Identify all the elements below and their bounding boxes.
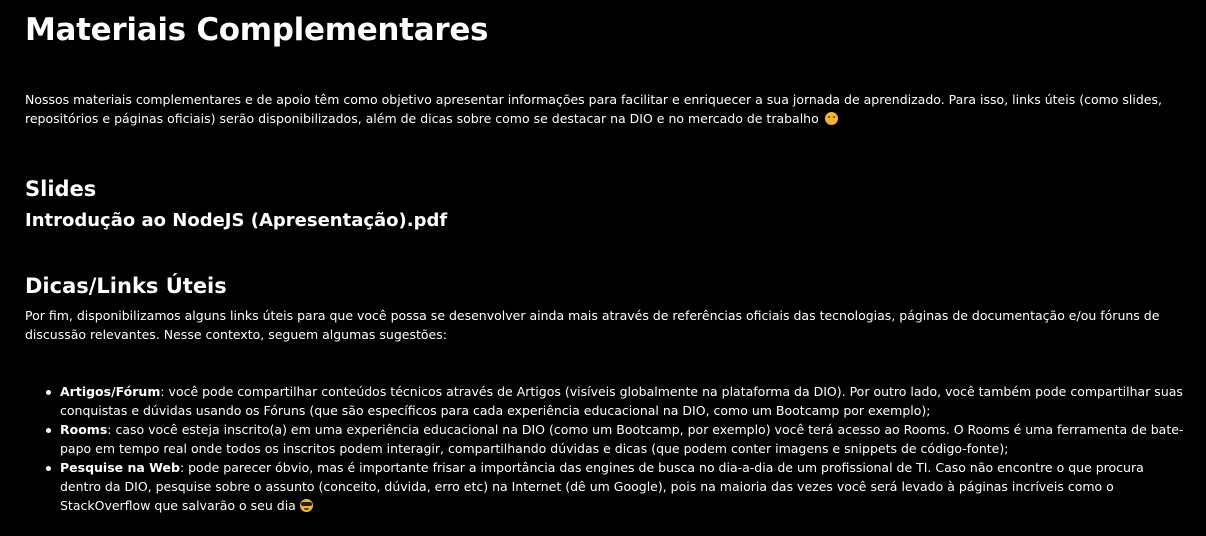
tips-description: Por fim, disponibilizamos alguns links ú…: [25, 308, 1160, 342]
tip-term: Pesquise na Web: [60, 460, 180, 475]
blushing-smile-emoji-icon: [824, 112, 838, 125]
bullet-icon: [46, 390, 51, 395]
tip-text: : caso você esteja inscrito(a) em uma ex…: [60, 422, 1184, 456]
tip-item-pesquise-na-web: Pesquise na Web: pode parecer óbvio, mas…: [46, 458, 1185, 515]
page-title: Materiais Complementares: [25, 12, 489, 48]
bullet-icon: [46, 466, 51, 471]
tips-section-title: Dicas/Links Úteis: [25, 274, 227, 298]
tip-text: : você pode compartilhar conteúdos técni…: [60, 384, 1183, 418]
tips-list: Artigos/Fórum: você pode compartilhar co…: [25, 382, 1185, 515]
tip-text: : pode parecer óbvio, mas é importante f…: [60, 460, 1144, 513]
tip-item-artigos-forum: Artigos/Fórum: você pode compartilhar co…: [46, 382, 1185, 420]
tip-term: Rooms: [60, 422, 108, 437]
slides-section-title: Slides: [25, 177, 97, 201]
sunglasses-emoji-icon: [299, 499, 313, 512]
slide-file-link[interactable]: Introdução ao NodeJS (Apresentação).pdf: [25, 210, 447, 231]
tip-term: Artigos/Fórum: [60, 384, 161, 399]
intro-paragraph: Nossos materiais complementares e de apo…: [25, 90, 1185, 128]
bullet-icon: [46, 428, 51, 433]
intro-text: Nossos materiais complementares e de apo…: [25, 92, 1162, 126]
tip-item-rooms: Rooms: caso você esteja inscrito(a) em u…: [46, 420, 1185, 458]
